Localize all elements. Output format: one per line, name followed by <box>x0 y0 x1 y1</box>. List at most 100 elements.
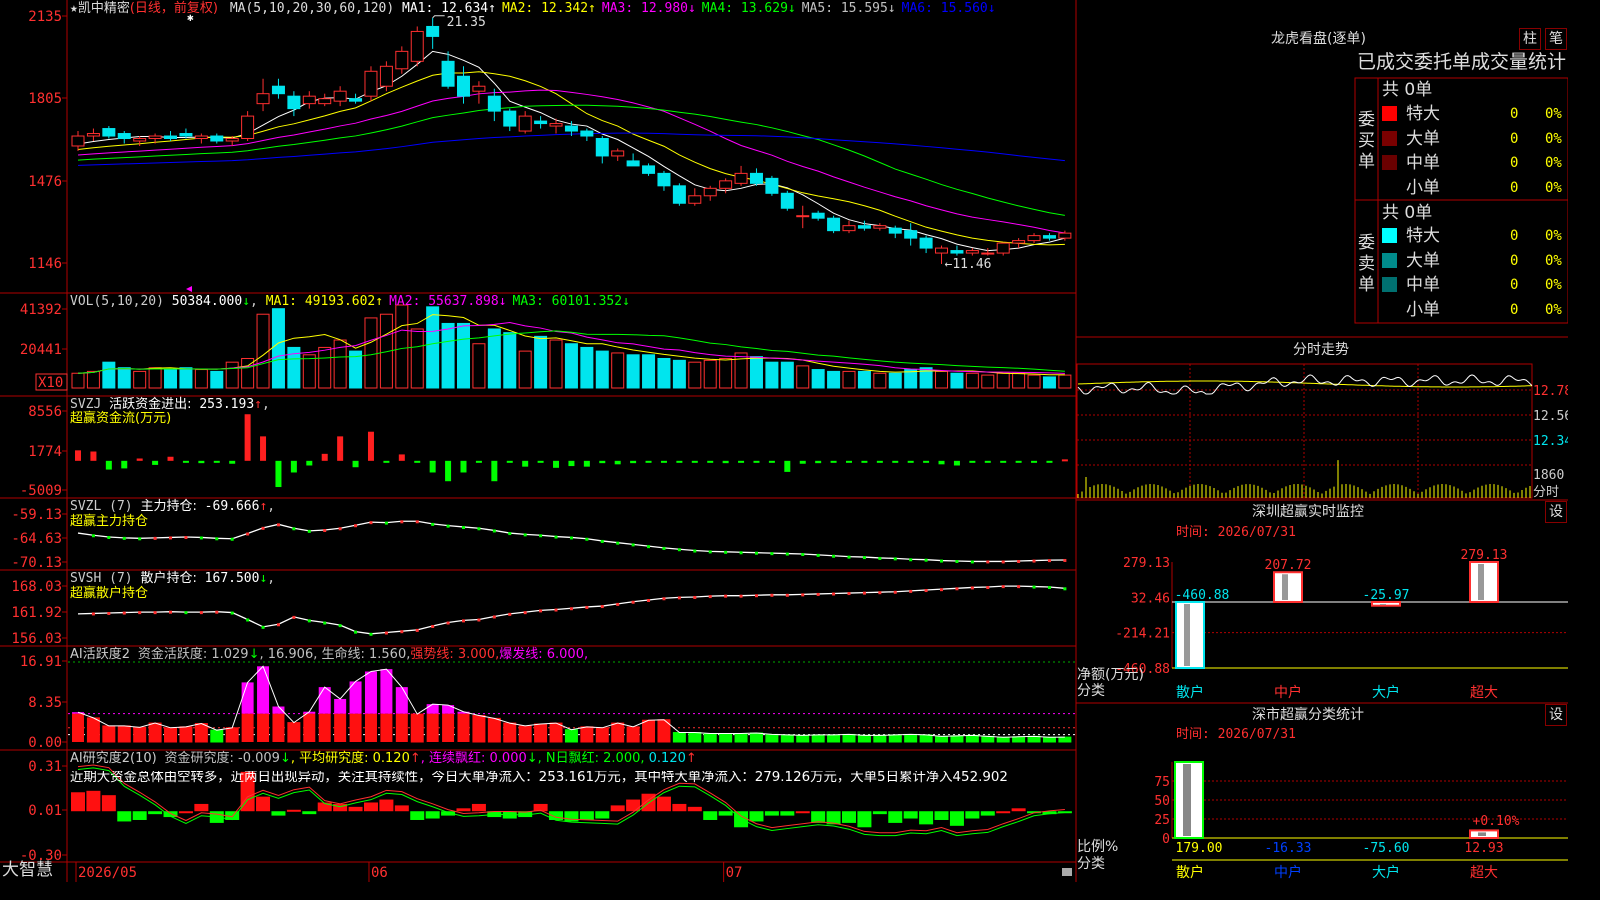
svzj-bar <box>491 460 498 482</box>
bar-mode-button[interactable]: 柱 <box>1519 28 1541 50</box>
ai2-bar <box>71 792 85 812</box>
candle-body <box>1058 232 1072 239</box>
row-label: 中单 <box>1406 153 1440 173</box>
svsh-line-dot <box>1017 585 1021 589</box>
vol-bar <box>148 367 162 389</box>
svsh-line-dot <box>662 597 666 601</box>
ai1-bar <box>919 734 933 743</box>
svzj-bar <box>846 460 852 463</box>
svzl-title: SVZL (7) 主力持仓: -69.666↑, <box>70 499 276 514</box>
ai2-bar <box>965 811 980 819</box>
monitor-settings-button[interactable]: 设 <box>1545 501 1567 523</box>
ai1-bar <box>672 732 686 743</box>
classify-y-label: 50 <box>1154 794 1170 809</box>
dragon-tiger-row: 中单 0 0% <box>1382 273 1568 297</box>
dragon-tiger-header: 已成交委托单成交量统计 <box>1357 51 1567 73</box>
svzl-line-dot <box>261 526 265 530</box>
svsh-line-dot <box>832 592 836 596</box>
candle-body <box>626 160 640 167</box>
ai2-bar <box>764 811 779 816</box>
svzj-bar <box>691 460 698 463</box>
svsh-line-dot <box>893 590 897 594</box>
app-logo[interactable]: 大智慧 <box>2 862 53 879</box>
ai2-bar <box>903 811 918 819</box>
svzj-bar <box>275 460 282 488</box>
cursor-marker <box>186 286 192 292</box>
ai1-bar <box>164 727 178 743</box>
svzl-line-dot <box>492 529 496 533</box>
svzj-subtitle: 超赢资金流(万元) <box>70 411 172 426</box>
ai2-bar <box>363 802 378 812</box>
vol-bar <box>688 361 702 389</box>
stock-name[interactable]: 凯中精密 <box>78 1 130 16</box>
svzj-bar <box>260 436 267 461</box>
price-y-label: 2135 <box>28 9 62 25</box>
vol-bar <box>935 370 949 389</box>
classify-category: 大户 <box>1372 864 1400 881</box>
row-count: 0 <box>1510 179 1519 196</box>
ai1-bar <box>950 735 964 743</box>
svzl-line-dot <box>292 527 296 531</box>
ai2-bar <box>610 805 625 812</box>
ai2-bar <box>949 811 964 826</box>
candle-body <box>133 138 147 142</box>
vol-bar <box>302 354 316 389</box>
svzl-line-dot <box>600 539 604 543</box>
candle-body <box>457 75 470 97</box>
svsh-line-dot <box>369 632 373 636</box>
main-chart-canvas[interactable]: 2026/05 06 07 2135 1805 1476 1146 21.35 ←11.46 41… <box>0 0 1568 882</box>
svzj-bar <box>90 451 97 461</box>
ai1-bar <box>965 734 979 743</box>
candle-body <box>287 95 301 110</box>
ai2-bar <box>101 795 116 812</box>
row-swatch <box>1382 277 1397 292</box>
candle-body <box>642 165 656 174</box>
svzj-bar <box>352 460 359 468</box>
stroke-mode-button[interactable]: 笔 <box>1545 28 1567 50</box>
svzj-bar <box>969 460 976 463</box>
svzl-line-dot <box>893 557 897 561</box>
svzj-bar <box>306 460 313 466</box>
svzl-value: -69.666 <box>204 499 260 514</box>
classify-y-label: 0 <box>1162 832 1170 847</box>
svsh-line-dot <box>276 623 280 627</box>
svzj-bar <box>753 460 760 463</box>
legend-item: MA3: 60101.352↓ <box>512 294 630 309</box>
monitor-bar-shade <box>1184 603 1190 666</box>
svzj-bar <box>784 460 791 472</box>
price-y-label: 1476 <box>28 174 62 190</box>
vol-bar <box>133 370 147 389</box>
dragon-tiger-row: 大单 0 0% <box>1382 127 1568 151</box>
svzl-line-dot <box>462 525 465 529</box>
svsh-arrow: ↓ <box>259 571 268 586</box>
ai1-bar <box>811 734 825 743</box>
candle-body <box>981 252 995 255</box>
svzl-line-dot <box>431 522 435 526</box>
vol-bar <box>564 343 578 389</box>
ai1-bar-base <box>241 713 254 742</box>
intraday-price-line <box>1077 374 1533 395</box>
legend-item: 强势线: 3.000, <box>410 647 500 662</box>
candle-body <box>534 120 548 125</box>
intraday-title: 分时走势 <box>1293 342 1349 358</box>
candle-body <box>241 115 255 140</box>
ai1-bar <box>688 732 702 743</box>
ai1-bar-burst <box>364 671 377 714</box>
candle-body <box>873 225 887 229</box>
vol-bar <box>965 372 979 389</box>
row-count: 0 <box>1510 106 1519 122</box>
svzl-line-dot <box>816 553 820 557</box>
svzl-line-dot <box>677 548 681 552</box>
ai2-bar <box>256 796 271 812</box>
ai2-bar <box>703 811 718 820</box>
price-y-label: 1146 <box>28 256 62 272</box>
svsh-y-label: 168.03 <box>11 579 62 595</box>
svzj-bar <box>290 460 297 473</box>
monitor-value-label: -25.97 <box>1363 588 1410 603</box>
ai1-bar-base <box>303 713 316 742</box>
classify-settings-button[interactable]: 设 <box>1545 704 1567 726</box>
ai2-bar <box>348 806 363 812</box>
legend-item: 资金研究度: -0.009 <box>164 751 280 766</box>
monitor-category: 中户 <box>1274 684 1302 701</box>
svzl-line-dot <box>647 545 651 549</box>
